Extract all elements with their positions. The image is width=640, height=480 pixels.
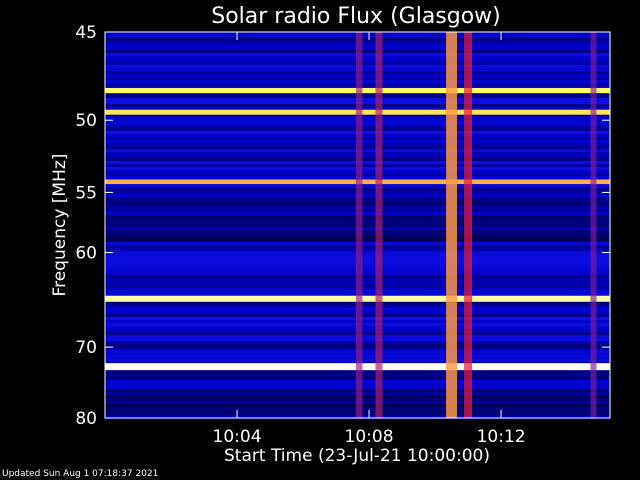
chart-title: Solar radio Flux (Glasgow) bbox=[211, 4, 501, 29]
vertical-burst-2 bbox=[446, 32, 458, 418]
vertical-burst-3 bbox=[464, 32, 473, 418]
y-axis-label: Frequency [MHz] bbox=[50, 154, 70, 297]
y-tick-label-3: 60 bbox=[75, 244, 97, 264]
y-tick-label-2: 55 bbox=[75, 183, 97, 203]
vertical-burst-4 bbox=[590, 32, 597, 418]
vertical-burst-1 bbox=[375, 32, 383, 418]
x-tick-label-0: 10:04 bbox=[213, 427, 262, 447]
x-tick-label-1: 10:08 bbox=[345, 427, 394, 447]
vertical-burst-0 bbox=[355, 32, 363, 418]
y-tick-label-0: 45 bbox=[75, 23, 97, 43]
updated-timestamp: Updated Sun Aug 1 07:18:37 2021 bbox=[2, 469, 159, 479]
y-tick-label-1: 50 bbox=[75, 111, 97, 131]
x-tick-label-2: 10:12 bbox=[477, 427, 526, 447]
plot-area bbox=[104, 31, 611, 419]
spectrogram-chart: Solar radio Flux (Glasgow) 455055607080 … bbox=[50, 4, 611, 466]
y-tick-label-5: 80 bbox=[75, 409, 97, 429]
y-tick-label-4: 70 bbox=[75, 338, 97, 358]
x-axis-label: Start Time (23-Jul-21 10:00:00) bbox=[224, 446, 490, 466]
